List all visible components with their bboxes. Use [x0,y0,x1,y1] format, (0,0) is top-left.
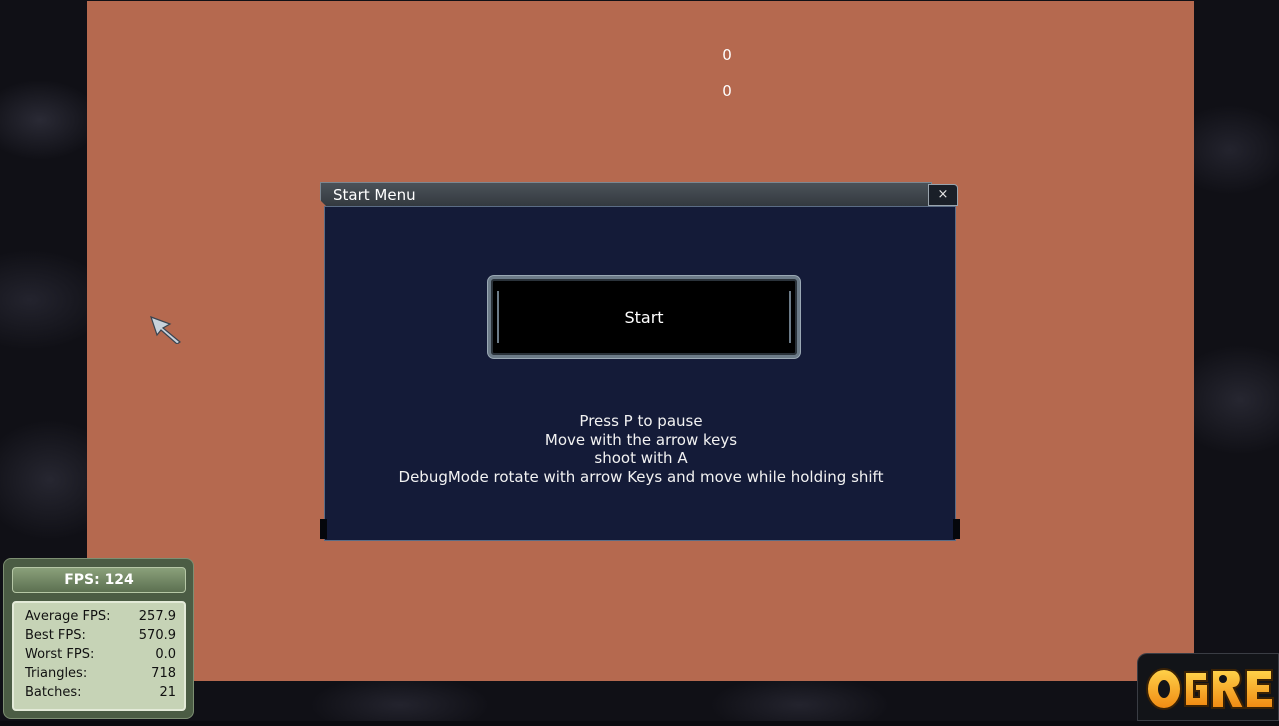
fps-current: FPS: 124 [12,567,186,593]
stat-label: Batches: [25,685,82,700]
window-corner-decoration [953,519,960,539]
stat-value: 570.9 [138,628,176,643]
mouse-cursor-icon [150,316,182,344]
window-titlebar[interactable]: Start Menu [320,182,932,206]
stat-row-triangles: Triangles: 718 [25,664,176,683]
stat-value: 21 [159,685,176,700]
ogre-logo-icon [1137,653,1279,721]
stat-label: Average FPS: [25,609,111,624]
close-button[interactable]: × [928,184,958,206]
start-button-label: Start [624,307,664,327]
stat-row-worst-fps: Worst FPS: 0.0 [25,645,176,664]
score-bottom: 0 [722,82,732,100]
stat-value: 0.0 [155,647,176,662]
fps-stats-body: Average FPS: 257.9 Best FPS: 570.9 Worst… [12,601,186,711]
instruction-line: DebugMode rotate with arrow Keys and mov… [398,467,884,486]
window-corner-decoration [320,519,327,539]
fps-stats-panel: FPS: 124 Average FPS: 257.9 Best FPS: 57… [3,558,194,719]
stat-row-average-fps: Average FPS: 257.9 [25,607,176,626]
stat-label: Best FPS: [25,628,86,643]
stat-row-best-fps: Best FPS: 570.9 [25,626,176,645]
stat-label: Triangles: [25,666,88,681]
instructions-text: Press P to pause Move with the arrow key… [325,412,957,486]
ogre-logo-art [1146,668,1274,710]
instruction-line: Press P to pause [579,412,703,430]
start-button[interactable]: Start [488,276,800,358]
stat-label: Worst FPS: [25,647,95,662]
window-panel: Start Press P to pause Move with the arr… [324,206,956,541]
stat-value: 718 [151,666,176,681]
start-menu-window: Start Menu × Start Press P to pause Move… [320,182,960,541]
instruction-line: shoot with A [594,449,688,467]
score-top: 0 [722,46,732,64]
stat-row-batches: Batches: 21 [25,683,176,702]
stat-value: 257.9 [138,609,176,624]
instruction-line: Move with the arrow keys [544,430,738,449]
window-title: Start Menu [333,186,416,204]
